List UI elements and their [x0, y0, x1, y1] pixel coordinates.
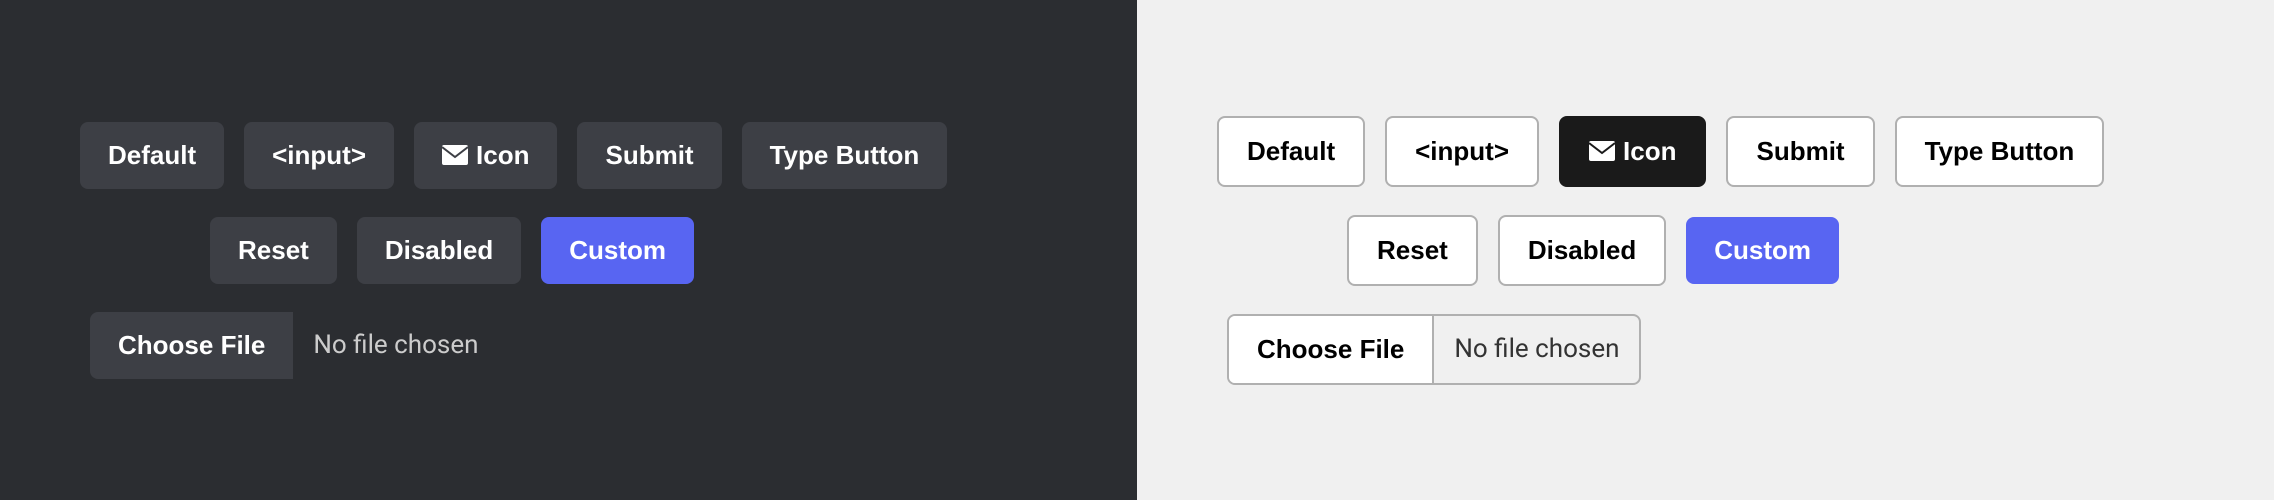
dark-default-button[interactable]: Default: [80, 122, 224, 189]
dark-custom-button[interactable]: Custom: [541, 217, 694, 284]
light-input-button[interactable]: <input>: [1385, 116, 1539, 187]
dark-no-file-label: No file chosen: [293, 312, 498, 378]
dark-choose-file-button[interactable]: Choose File: [90, 312, 293, 379]
dark-disabled-button[interactable]: Disabled: [357, 217, 521, 284]
light-icon-button[interactable]: Icon: [1559, 116, 1706, 187]
dark-row-1: Default <input> Icon Submit Type Button: [80, 122, 947, 189]
envelope-icon: [442, 145, 468, 165]
dark-input-button[interactable]: <input>: [244, 122, 394, 189]
light-panel: Default <input> Icon Submit Type Button …: [1137, 0, 2274, 500]
dark-icon-button[interactable]: Icon: [414, 122, 557, 189]
light-custom-button[interactable]: Custom: [1686, 217, 1839, 284]
light-choose-file-button[interactable]: Choose File: [1229, 316, 1434, 383]
envelope-icon-light: [1589, 141, 1615, 161]
light-file-input[interactable]: Choose File No file chosen: [1227, 314, 1641, 385]
light-row-2: Reset Disabled Custom: [1217, 215, 1839, 286]
dark-panel: Default <input> Icon Submit Type Button …: [0, 0, 1137, 500]
dark-submit-button[interactable]: Submit: [577, 122, 721, 189]
light-icon-button-label: Icon: [1623, 136, 1676, 167]
light-typebutton-button[interactable]: Type Button: [1895, 116, 2105, 187]
dark-file-input[interactable]: Choose File No file chosen: [90, 312, 498, 379]
light-reset-button[interactable]: Reset: [1347, 215, 1478, 286]
light-default-button[interactable]: Default: [1217, 116, 1365, 187]
dark-typebutton-button[interactable]: Type Button: [742, 122, 948, 189]
dark-reset-button[interactable]: Reset: [210, 217, 337, 284]
light-submit-button[interactable]: Submit: [1726, 116, 1874, 187]
light-row-1: Default <input> Icon Submit Type Button: [1217, 116, 2104, 187]
dark-icon-button-label: Icon: [476, 140, 529, 171]
light-disabled-button[interactable]: Disabled: [1498, 215, 1666, 286]
dark-row-2: Reset Disabled Custom: [80, 217, 694, 284]
light-no-file-label: No file chosen: [1434, 316, 1639, 382]
